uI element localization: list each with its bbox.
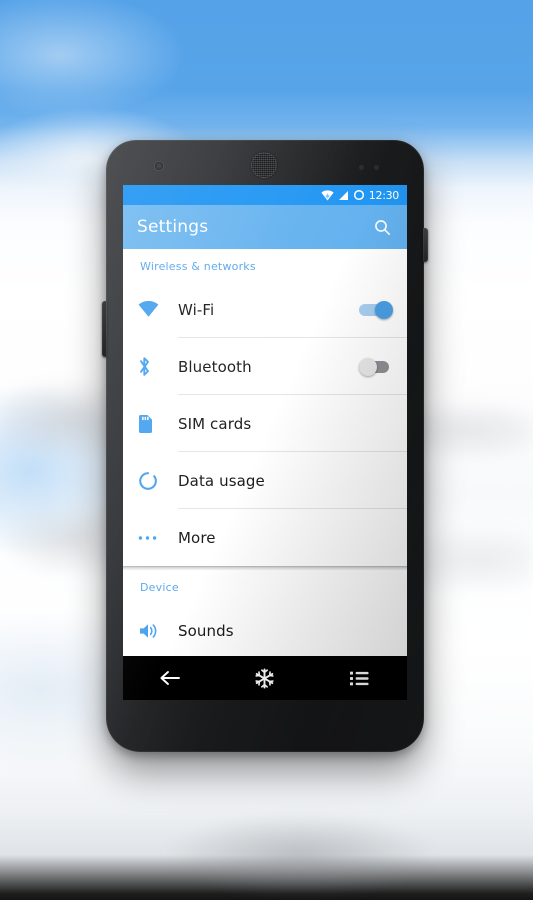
section-header-device: Device [140,581,179,594]
wifi-icon [138,301,178,318]
settings-list[interactable]: Wireless & networks Wi-Fi Bluetooth SIM … [123,249,407,700]
list-item-data-usage[interactable]: Data usage [123,452,407,509]
android-phone-device: 12:30 Settings Wireless & networks Wi-Fi… [102,140,428,752]
list-item-more[interactable]: More [123,509,407,566]
volume-rocker-button[interactable] [102,301,107,357]
list-item-bluetooth[interactable]: Bluetooth [123,338,407,395]
snowflake-icon [255,667,275,689]
power-button[interactable] [423,228,428,262]
light-sensor-icon [374,165,379,170]
wifi-icon [321,189,334,200]
home-button[interactable] [241,660,289,696]
list-icon [350,671,369,685]
status-bar-clock: 12:30 [368,188,400,202]
switch-thumb [375,300,393,319]
sync-circle-icon [353,189,364,201]
back-button[interactable] [146,660,194,696]
list-item-label: Sounds [178,621,234,640]
switch-thumb [359,357,377,376]
more-dots-icon [138,535,178,541]
wifi-toggle-switch[interactable] [359,300,393,319]
list-item-sim-cards[interactable]: SIM cards [123,395,407,452]
list-item-label: Wi-Fi [178,300,215,319]
recents-button[interactable] [336,660,384,696]
sim-card-icon [138,414,178,434]
list-item-wifi[interactable]: Wi-Fi [123,281,407,338]
volume-icon [138,622,178,640]
data-usage-icon [138,471,178,491]
bluetooth-icon [138,356,178,377]
earpiece-speaker-icon [251,152,277,178]
status-bar: 12:30 [123,185,407,205]
back-arrow-icon [160,671,181,685]
signal-icon [338,190,348,200]
front-camera-icon [155,162,163,170]
navigation-bar [123,656,407,700]
app-bar: Settings [123,205,407,249]
list-item-label: Bluetooth [178,357,252,376]
list-item-label: SIM cards [178,414,252,433]
list-item-label: More [178,528,216,547]
bluetooth-toggle-switch[interactable] [359,357,393,376]
list-item-sounds[interactable]: Sounds [123,602,407,659]
search-button[interactable] [367,212,397,242]
page-title: Settings [137,217,209,237]
phone-screen: 12:30 Settings Wireless & networks Wi-Fi… [123,185,407,700]
section-header-wireless: Wireless & networks [140,260,256,273]
list-item-label: Data usage [178,471,265,490]
search-icon [374,219,390,235]
proximity-sensor-icon [359,165,364,170]
